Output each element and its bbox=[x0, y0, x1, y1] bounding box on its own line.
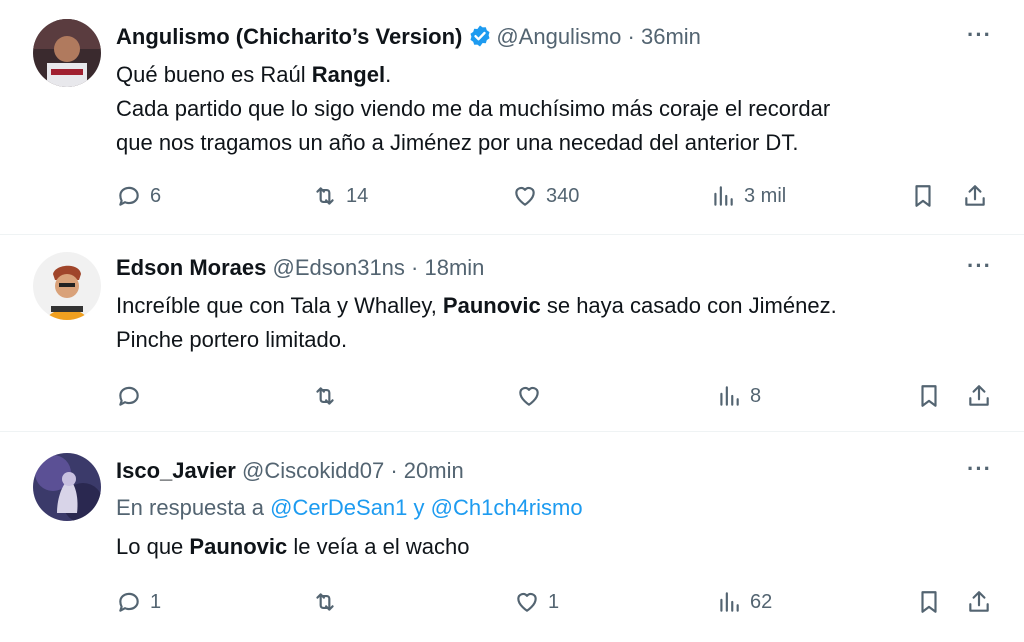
reply-context: En respuesta a @CerDeSan1 y @Ch1ch4rismo bbox=[116, 495, 583, 520]
views-button[interactable]: 62 bbox=[716, 582, 772, 622]
retweet-icon bbox=[316, 593, 334, 611]
share-icon bbox=[969, 591, 989, 612]
bookmark-icon bbox=[915, 185, 931, 207]
avatar[interactable] bbox=[33, 252, 101, 320]
views-button[interactable]: 3 mil bbox=[710, 176, 786, 216]
heart-icon bbox=[515, 186, 535, 206]
retweet-button[interactable] bbox=[312, 582, 338, 622]
handle[interactable]: @Ciscokidd07 bbox=[242, 458, 384, 483]
like-button[interactable] bbox=[516, 376, 542, 416]
more-options-icon[interactable]: ··· bbox=[967, 456, 992, 482]
tweet[interactable]: Isco_Javier @Ciscokidd07 · 20min ··· En … bbox=[0, 432, 1024, 642]
views-button[interactable]: 8 bbox=[716, 376, 761, 416]
views-icon bbox=[720, 592, 739, 612]
separator: · bbox=[411, 255, 419, 280]
like-button[interactable]: 340 bbox=[512, 176, 579, 216]
mention-link[interactable]: @CerDeSan1 bbox=[270, 495, 407, 520]
reply-button[interactable] bbox=[116, 376, 142, 416]
handle[interactable]: @Edson31ns bbox=[273, 255, 405, 280]
reply-icon bbox=[119, 592, 139, 612]
bookmark-button[interactable] bbox=[910, 176, 936, 216]
heart-icon bbox=[517, 592, 537, 612]
display-name[interactable]: Angulismo (Chicharito’s Version) bbox=[116, 24, 462, 49]
share-button[interactable] bbox=[966, 376, 992, 416]
avatar[interactable] bbox=[33, 19, 101, 87]
like-button[interactable]: 1 bbox=[514, 582, 559, 622]
reply-button[interactable]: 1 bbox=[116, 582, 161, 622]
reply-count: 1 bbox=[150, 590, 162, 613]
bookmark-icon bbox=[921, 385, 937, 407]
bookmark-icon bbox=[921, 591, 937, 613]
separator: · bbox=[627, 24, 635, 49]
timestamp[interactable]: 20min bbox=[404, 458, 464, 483]
display-name[interactable]: Edson Moraes bbox=[116, 255, 266, 280]
timestamp[interactable]: 18min bbox=[425, 255, 485, 280]
view-count: 3 mil bbox=[744, 184, 787, 207]
more-options-icon[interactable]: ··· bbox=[967, 22, 992, 48]
display-name[interactable]: Isco_Javier bbox=[116, 458, 236, 483]
handle[interactable]: @Angulismo bbox=[496, 24, 621, 49]
retweet-count: 14 bbox=[346, 184, 369, 207]
like-count: 340 bbox=[546, 184, 580, 207]
retweet-icon bbox=[316, 187, 334, 205]
bookmark-button[interactable] bbox=[916, 582, 942, 622]
reply-count: 6 bbox=[150, 184, 162, 207]
avatar[interactable] bbox=[33, 453, 101, 521]
retweet-icon bbox=[316, 387, 334, 405]
view-count: 62 bbox=[750, 590, 773, 613]
reply-icon bbox=[119, 386, 139, 406]
like-count: 1 bbox=[548, 590, 560, 613]
heart-icon bbox=[519, 386, 539, 406]
share-button[interactable] bbox=[962, 176, 988, 216]
mention-link[interactable]: @Ch1ch4rismo bbox=[431, 495, 583, 520]
reply-icon bbox=[119, 186, 139, 206]
more-options-icon[interactable]: ··· bbox=[967, 253, 992, 279]
share-icon bbox=[969, 385, 989, 406]
view-count: 8 bbox=[750, 384, 762, 407]
tweet-text: Increíble que con Tala y Whalley, Paunov… bbox=[116, 293, 837, 352]
tweet-text: Qué bueno es Raúl Rangel. Cada partido q… bbox=[116, 62, 831, 155]
bookmark-button[interactable] bbox=[916, 376, 942, 416]
tweet[interactable]: Edson Moraes @Edson31ns · 18min ··· Incr… bbox=[0, 235, 1024, 432]
share-button[interactable] bbox=[966, 582, 992, 622]
tweet[interactable]: Angulismo (Chicharito’s Version) @Angulis… bbox=[0, 0, 1024, 235]
verified-badge-icon bbox=[470, 25, 490, 47]
retweet-button[interactable]: 14 bbox=[312, 176, 368, 216]
views-icon bbox=[720, 386, 739, 406]
reply-button[interactable]: 6 bbox=[116, 176, 161, 216]
retweet-button[interactable] bbox=[312, 376, 338, 416]
views-icon bbox=[714, 186, 733, 206]
share-icon bbox=[965, 185, 985, 206]
timestamp[interactable]: 36min bbox=[641, 24, 701, 49]
tweet-text: Lo que Paunovic le veía a el wacho bbox=[116, 534, 470, 559]
separator: · bbox=[390, 458, 398, 483]
